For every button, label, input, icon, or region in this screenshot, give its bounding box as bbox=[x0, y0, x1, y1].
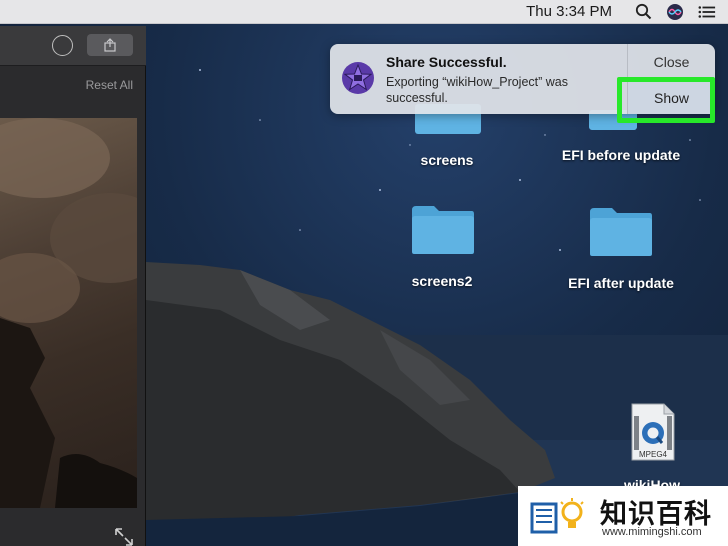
share-button[interactable] bbox=[87, 34, 133, 56]
watermark-url: www.mimingshi.com bbox=[602, 526, 702, 538]
folder-icon bbox=[590, 208, 652, 256]
siri-icon[interactable] bbox=[666, 3, 684, 21]
imovie-window: Reset All bbox=[0, 26, 146, 546]
window-toolbar bbox=[0, 26, 146, 66]
close-button[interactable]: Close bbox=[628, 44, 715, 80]
notification-title: Share Successful. bbox=[386, 54, 507, 70]
imovie-star-icon bbox=[342, 62, 374, 94]
quicktime-file-icon: MPEG4 bbox=[631, 403, 675, 461]
notification-center-icon[interactable] bbox=[698, 3, 716, 21]
search-icon[interactable] bbox=[634, 3, 652, 21]
menu-bar-clock[interactable]: Thu 3:34 PM bbox=[526, 3, 612, 20]
notification-body: Exporting “wikiHow_Project” was successf… bbox=[386, 75, 569, 105]
expand-icon[interactable] bbox=[113, 526, 135, 546]
menu-bar: Thu 3:34 PM bbox=[0, 0, 728, 24]
show-button-highlight bbox=[617, 77, 715, 123]
book-lightbulb-logo bbox=[530, 498, 584, 534]
video-viewer bbox=[0, 118, 137, 508]
reset-all-button[interactable]: Reset All bbox=[86, 78, 133, 92]
folder-icon bbox=[412, 206, 474, 254]
video-frame bbox=[0, 118, 137, 508]
desktop-item-label: EFI after update bbox=[568, 275, 674, 291]
desktop-item-label: EFI before update bbox=[561, 147, 681, 163]
watermark: 知识百科 www.mimingshi.com bbox=[518, 486, 728, 546]
circle-icon[interactable] bbox=[52, 35, 73, 56]
desktop-item-label: screens2 bbox=[411, 273, 473, 289]
share-icon bbox=[104, 38, 116, 52]
desktop-item-label: screens bbox=[420, 152, 474, 168]
file-type-badge: MPEG4 bbox=[639, 450, 668, 459]
